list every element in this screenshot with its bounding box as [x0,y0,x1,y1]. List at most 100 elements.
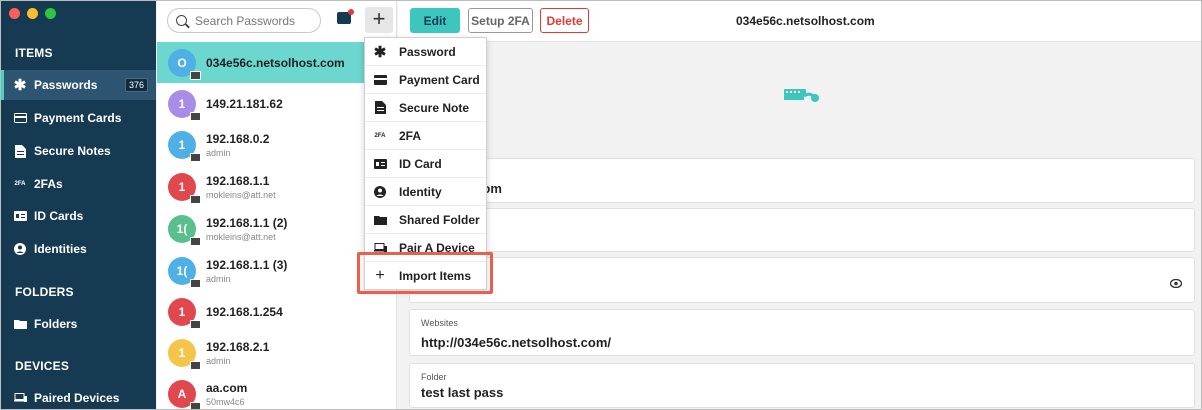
list-item[interactable]: 1 192.168.1.254 [157,291,396,332]
list-item[interactable]: 1 192.168.2.1 admin [157,332,396,373]
folder-badge-icon [190,70,201,80]
search-icon [176,15,187,26]
menu-item-payment-card[interactable]: Payment Card [365,66,486,94]
window-controls [9,8,56,19]
eye-icon[interactable] [1169,275,1183,293]
minimize-window-button[interactable] [27,8,38,19]
list-item-text: 192.168.0.2 admin [206,132,269,158]
list-item-title: 192.168.1.1 (2) [206,215,288,230]
list-item-text: 192.168.1.1 (3) admin [206,258,287,284]
list-item-text: 192.168.1.1 (2) mokleins@att.net [206,216,287,242]
folder-badge-icon [190,278,201,288]
card-icon [373,74,387,85]
page-title: 034e56c.netsolhost.com [736,14,875,28]
menu-item-identity[interactable]: Identity [365,178,486,206]
close-window-button[interactable] [9,8,20,19]
list-item[interactable]: O 034e56c.netsolhost.com [157,42,396,83]
folder-icon [373,215,387,225]
field-card-folder: Folder test last pass [409,363,1195,408]
sidebar-item-payment-cards[interactable]: Payment Cards [1,103,156,133]
menu-item-id-card[interactable]: ID Card [365,150,486,178]
avatar-initial: O [177,55,187,70]
sidebar-item-identities[interactable]: Identities [1,234,156,264]
edit-button[interactable]: Edit [410,8,460,33]
sidebar-item-paired-devices[interactable]: Paired Devices [1,383,156,409]
avatar-initial: 1 [178,137,186,152]
folder-badge-icon [190,401,201,409]
folder-badge-icon [190,152,201,162]
card-icon [13,113,27,123]
list-item-text: 192.168.2.1 admin [206,340,269,366]
sidebar-item-secure-notes[interactable]: Secure Notes [1,136,156,166]
highlight-box [357,252,493,294]
list-item[interactable]: 1(192.168.1.1 (2) mokleins@att.net [157,208,396,249]
avatar: O [168,48,201,80]
avatar-initial: 1( [176,263,188,278]
id-card-icon [13,211,27,221]
setup-2fa-button[interactable]: Setup 2FA [468,8,533,33]
website-link[interactable]: http://034e56c.netsolhost.com/ [421,335,611,350]
avatar-initial: 1 [178,304,186,319]
avatar: 1 [168,130,201,162]
list-item-text: 192.168.1.1 mokleins@att.net [206,174,276,200]
list-item[interactable]: 1 192.168.0.2 admin [157,124,396,165]
search-placeholder: Search Passwords [195,13,296,28]
list-item-subtitle: admin [206,147,231,158]
folder-icon [13,319,27,329]
menu-item-secure-note[interactable]: Secure Note [365,94,486,122]
menu-item-2fa[interactable]: 2FA 2FA [365,122,486,150]
2fa-icon: 2FA [374,132,386,139]
asterisk-icon: ✱ [373,43,387,61]
sidebar-item-passwords[interactable]: ✱ Passwords 376 [1,70,156,100]
field-card-password [409,257,1195,303]
detail-toolbar: Edit Setup 2FA Delete 034e56c.netsolhost… [398,1,1201,42]
identity-icon [13,243,27,255]
list-item-subtitle: admin [206,273,231,284]
folder-badge-icon [190,194,201,204]
list-item-subtitle: 50mw4c6 [206,396,245,407]
delete-button[interactable]: Delete [540,8,589,33]
search-input[interactable]: Search Passwords [167,8,321,33]
list-item-title: 192.168.2.1 [206,339,270,354]
section-heading-devices: DEVICES [15,359,70,373]
field-label: Websites [421,318,458,328]
list-item[interactable]: 1 192.168.1.1 mokleins@att.net [157,166,396,207]
avatar: 1( [168,214,201,246]
site-logo-icon [784,88,820,109]
list-item[interactable]: 1 149.21.181.62 [157,83,396,124]
count-badge: 376 [124,78,148,92]
id-card-icon [373,158,387,169]
field-label: Folder [421,372,447,382]
avatar: 1 [168,89,201,121]
list-item-title: 192.168.1.1 [206,173,270,188]
menu-item-label: Payment Card [399,72,480,87]
list-item-title: aa.com [206,380,248,395]
list-item-title: 149.21.181.62 [206,96,283,111]
list-item-subtitle: admin [206,355,231,366]
sidebar-item-label: ID Cards [34,209,84,223]
menu-item-label: Secure Note [399,100,470,115]
sidebar-item-label: Passwords [34,78,98,92]
item-list-panel: Search Passwords + O 034e56c.netsolhost.c… [157,1,397,409]
sidebar-item-id-cards[interactable]: ID Cards [1,201,156,231]
list-item-title: 192.168.1.254 [206,304,283,319]
detail-panel: Edit Setup 2FA Delete 034e56c.netsolhost… [398,1,1201,409]
note-icon [373,101,387,114]
zoom-window-button[interactable] [45,8,56,19]
list-item[interactable]: Aaa.com 50mw4c6 [157,373,396,409]
inbox-notification-icon[interactable] [337,9,354,24]
section-heading-items: ITEMS [15,46,53,60]
field-card-username [409,208,1195,252]
sidebar-item-2fas[interactable]: 2FA 2FAs [1,169,156,199]
list-item-text: aa.com 50mw4c6 [206,381,247,407]
menu-item-password[interactable]: ✱ Password [365,38,486,66]
menu-item-label: Password [399,44,456,59]
menu-item-label: 2FA [399,128,422,143]
add-item-button[interactable]: + [365,7,393,33]
menu-item-shared-folder[interactable]: Shared Folder [365,206,486,234]
avatar: 1 [168,338,201,370]
folder-badge-icon [190,360,201,370]
list-item-text: 149.21.181.62 [206,97,283,111]
sidebar-item-folders[interactable]: Folders [1,309,156,339]
sidebar-item-label: Identities [34,242,87,256]
